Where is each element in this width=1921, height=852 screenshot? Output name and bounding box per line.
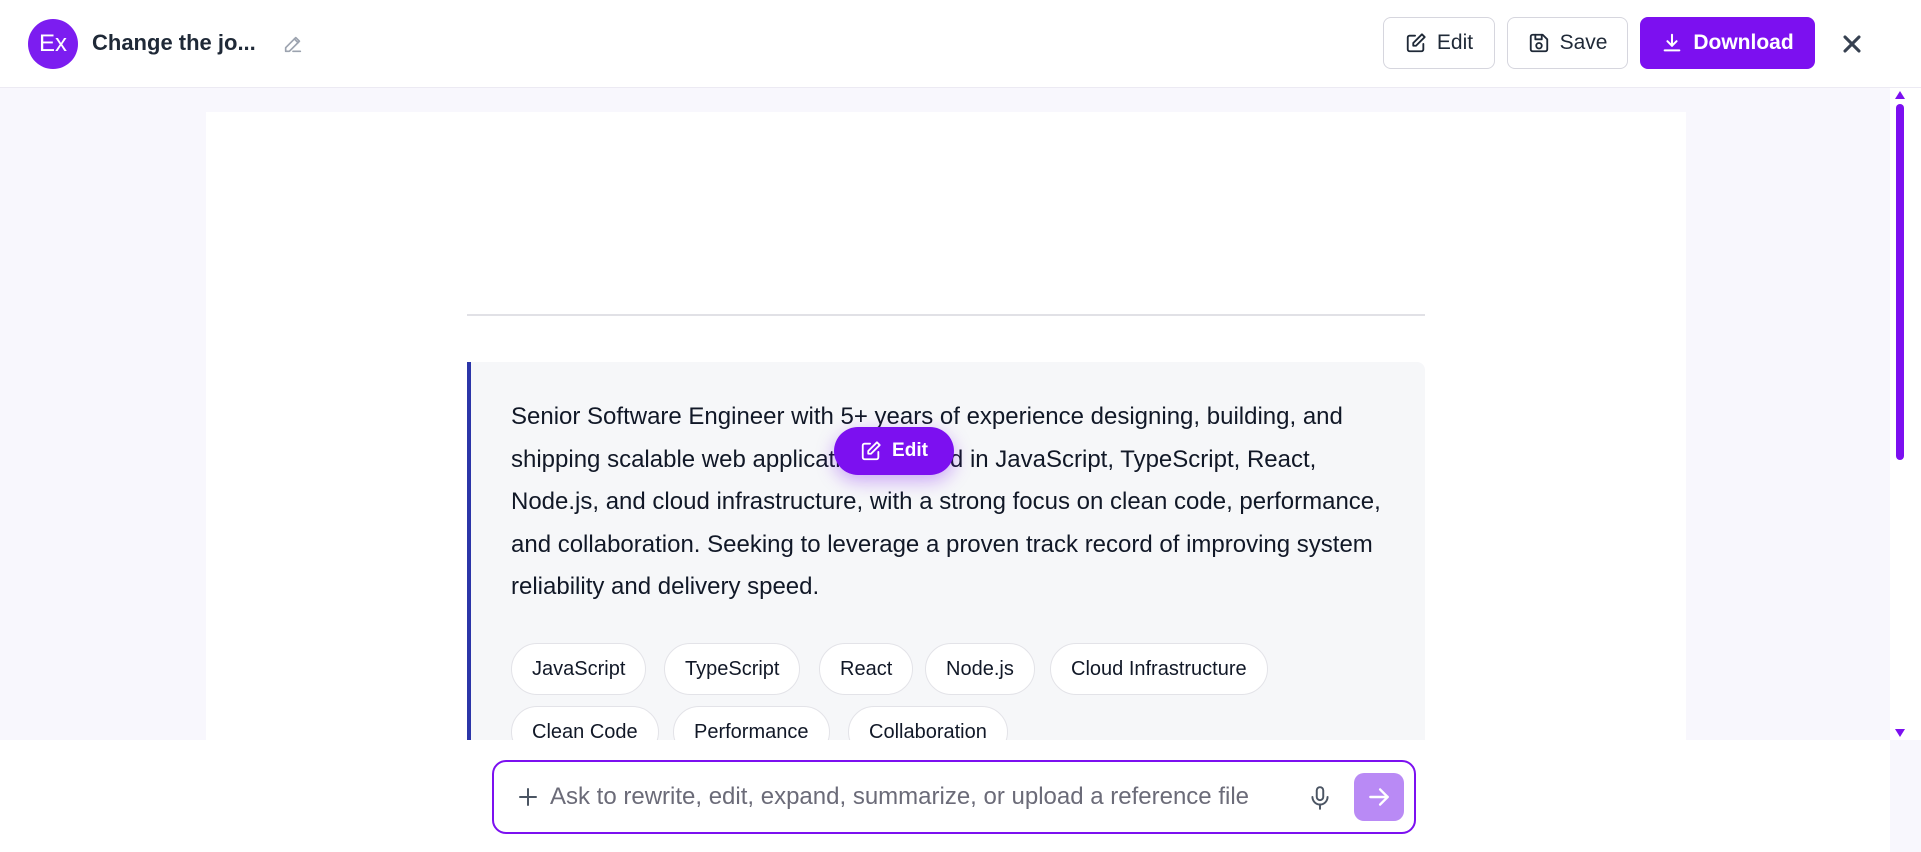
arrow-right-icon <box>1369 788 1389 806</box>
scroll-down-arrow-icon[interactable] <box>1894 728 1906 738</box>
close-icon[interactable] <box>1838 30 1866 58</box>
top-bar: Ex Change the jo... Edit Save Download <box>0 0 1921 88</box>
edit-square-icon <box>861 441 881 461</box>
scrollbar-track[interactable] <box>1890 88 1921 740</box>
edit-button[interactable]: Edit <box>1383 17 1495 69</box>
skill-tag[interactable]: Node.js <box>925 643 1035 695</box>
chat-input-container <box>492 760 1416 834</box>
microphone-icon[interactable] <box>1307 784 1333 812</box>
send-button[interactable] <box>1354 773 1404 821</box>
section-divider <box>467 314 1425 316</box>
plus-icon[interactable] <box>516 785 540 809</box>
scroll-up-arrow-icon[interactable] <box>1894 90 1906 100</box>
floppy-disk-icon <box>1529 33 1548 53</box>
document-title[interactable]: Change the jo... <box>92 30 256 56</box>
download-button[interactable]: Download <box>1640 17 1815 69</box>
chat-input[interactable] <box>550 772 1290 822</box>
edit-square-icon <box>1406 33 1426 53</box>
download-icon <box>1663 33 1681 52</box>
skill-tag[interactable]: JavaScript <box>511 643 647 695</box>
download-button-label: Download <box>1693 31 1794 54</box>
skill-tag[interactable]: React <box>819 643 914 695</box>
summary-text[interactable]: Senior Software Engineer with 5+ years o… <box>511 396 1381 609</box>
floating-edit-label: Edit <box>892 440 928 461</box>
save-button-label: Save <box>1559 31 1608 54</box>
pencil-icon[interactable] <box>282 33 304 55</box>
avatar[interactable]: Ex <box>28 19 78 69</box>
skill-tag[interactable]: Cloud Infrastructure <box>1050 643 1268 695</box>
skill-tag[interactable]: TypeScript <box>664 643 801 695</box>
scrollbar-thumb[interactable] <box>1896 104 1904 460</box>
save-button[interactable]: Save <box>1507 17 1628 69</box>
floating-edit-button[interactable]: Edit <box>834 427 954 475</box>
edit-button-label: Edit <box>1436 31 1474 54</box>
